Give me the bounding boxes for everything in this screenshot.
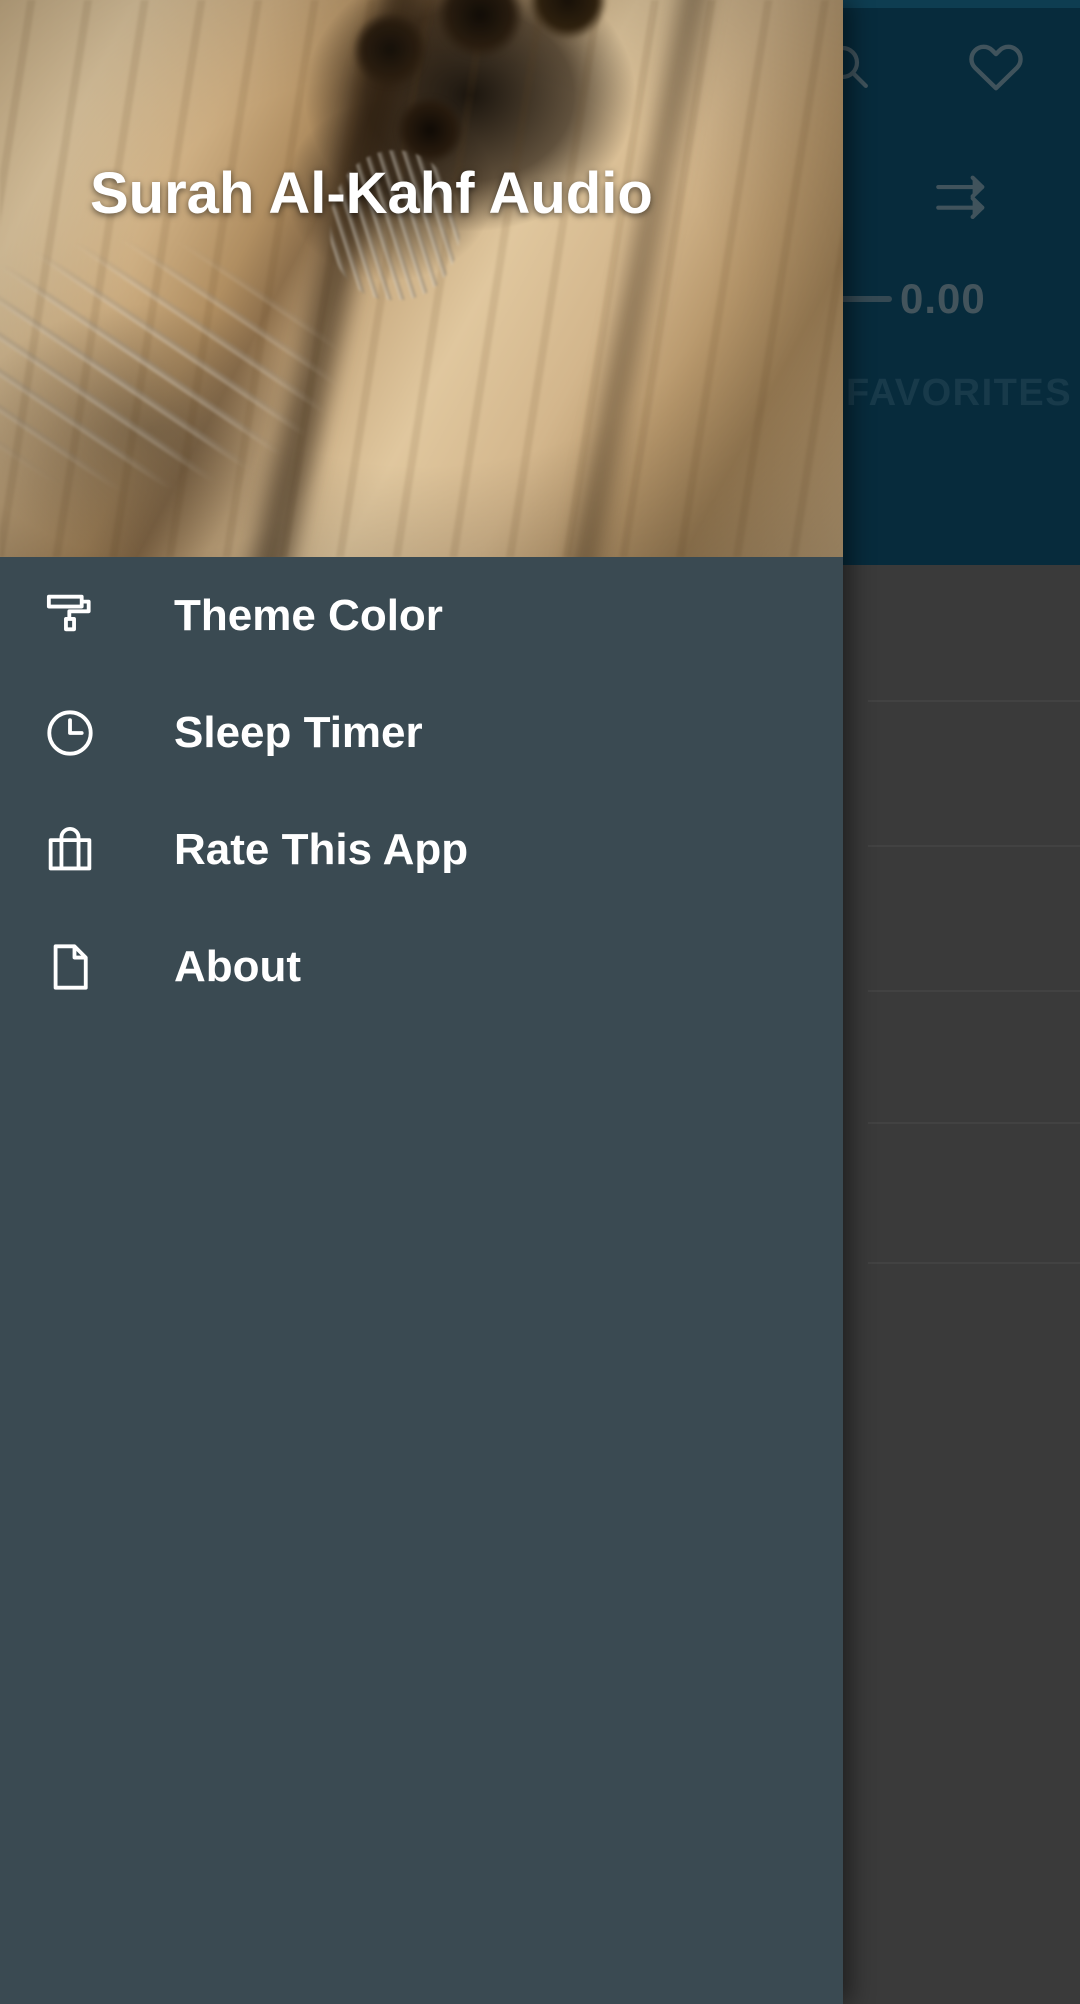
drawer-item-theme-color[interactable]: Theme Color [0,557,843,674]
drawer-item-label: Theme Color [174,590,443,640]
app-screen: 0.00 FAVORITES Surah Al-Kahf Audio Theme… [0,0,1080,2004]
drawer-item-label: Sleep Timer [174,707,423,757]
shopping-bag-icon [42,822,98,878]
drawer-header: Surah Al-Kahf Audio [0,0,843,557]
drawer-item-label: Rate This App [174,824,469,874]
drawer-menu-list: Theme Color Sleep Timer Rate This App Ab… [0,557,843,1025]
drawer-header-title: Surah Al-Kahf Audio [90,161,653,226]
drawer-item-rate-this-app[interactable]: Rate This App [0,791,843,908]
drawer-item-label: About [174,941,302,991]
photo-vignette [0,0,843,557]
drawer-item-sleep-timer[interactable]: Sleep Timer [0,674,843,791]
paint-roller-icon [42,588,98,644]
drawer-item-about[interactable]: About [0,908,843,1025]
clock-icon [42,705,98,761]
document-icon [42,939,98,995]
navigation-drawer: Surah Al-Kahf Audio Theme Color Sleep Ti… [0,0,843,2004]
